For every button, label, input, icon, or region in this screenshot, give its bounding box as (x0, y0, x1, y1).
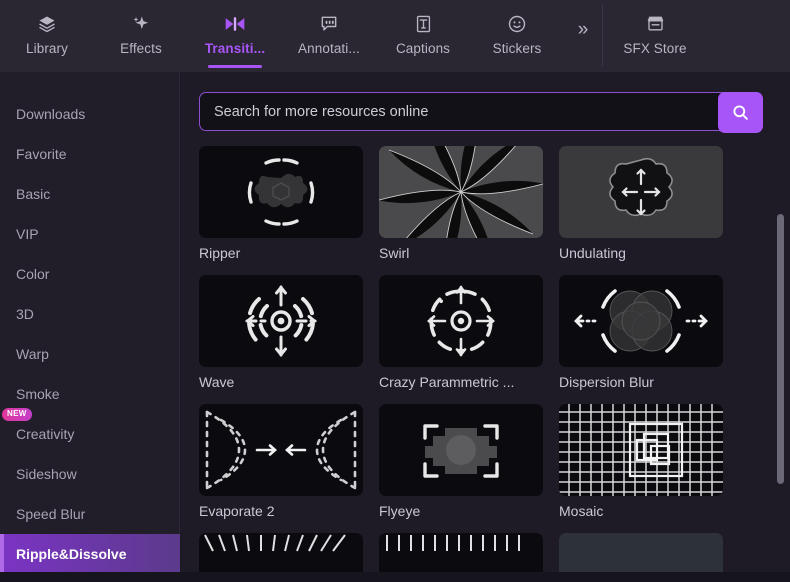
transitions-grid: Ripper Swirl Undulating Wave Crazy Param… (199, 146, 759, 582)
sidebar-label: Warp (16, 346, 49, 362)
nav-label-annotations: Annotati... (298, 41, 360, 56)
nav-item-library[interactable]: Library (0, 0, 94, 72)
nav-label-sfx-store: SFX Store (623, 41, 687, 56)
nav-item-sfx-store[interactable]: SFX Store (605, 0, 705, 72)
top-nav-items: Library Effects Transiti... Annotati... … (0, 0, 602, 72)
sparkles-icon (131, 11, 151, 37)
transition-card-undulating[interactable]: Undulating (559, 146, 723, 261)
transition-card-mosaic[interactable]: Mosaic (559, 404, 723, 519)
layers-icon (37, 11, 57, 37)
sidebar-item-ripple-and-dissolve[interactable]: Ripple&Dissolve (0, 534, 180, 574)
transition-thumbnail (559, 404, 723, 496)
sidebar-item-sideshow[interactable]: Sideshow (0, 454, 180, 494)
transition-card-ripper[interactable]: Ripper (199, 146, 363, 261)
transition-thumbnail (559, 275, 723, 367)
transition-thumbnail (379, 404, 543, 496)
transition-label: Wave (199, 374, 235, 390)
nav-item-annotations[interactable]: Annotati... (282, 0, 376, 72)
sidebar-item-speed-blur[interactable]: Speed Blur (0, 494, 180, 534)
content-scrollbar-track[interactable] (777, 146, 784, 582)
bottom-edge-strip (0, 572, 790, 582)
sidebar-label: Favorite (16, 146, 67, 162)
sidebar-item-3d[interactable]: 3D (0, 294, 180, 334)
nav-label-library: Library (26, 41, 68, 56)
transition-card-crazy-parammetric[interactable]: Crazy Parammetric ... (379, 275, 543, 390)
sidebar-item-warp[interactable]: Warp (0, 334, 180, 374)
transition-thumbnail (199, 404, 363, 496)
active-tab-underline (208, 65, 262, 68)
transitions-icon (224, 11, 246, 37)
transition-card-swirl[interactable]: Swirl (379, 146, 543, 261)
sidebar-item-favorite[interactable]: Favorite (0, 134, 180, 174)
sidebar-item-vip[interactable]: VIP (0, 214, 180, 254)
sidebar-label: Smoke (16, 386, 60, 402)
sidebar-item-color[interactable]: Color (0, 254, 180, 294)
search-icon (731, 103, 750, 122)
content-scrollbar-thumb[interactable] (777, 214, 784, 484)
sidebar-item-creativity[interactable]: NEW Creativity (0, 408, 180, 454)
transition-thumbnail (199, 146, 363, 238)
transition-label: Crazy Parammetric ... (379, 374, 515, 390)
new-badge: NEW (2, 408, 32, 421)
sidebar-label: VIP (16, 226, 39, 242)
more-tabs-button[interactable]: » (564, 0, 602, 72)
transition-thumbnail (199, 275, 363, 367)
transition-card-dispersion-blur[interactable]: Dispersion Blur (559, 275, 723, 390)
sidebar-label: Downloads (16, 106, 86, 122)
nav-label-captions: Captions (395, 41, 451, 56)
nav-item-captions[interactable]: Captions (376, 0, 470, 72)
top-nav-right: SFX Store (605, 0, 705, 72)
search-box[interactable] (199, 92, 763, 133)
category-sidebar: Downloads Favorite Basic VIP Color 3D Wa… (0, 72, 180, 582)
transition-label: Swirl (379, 245, 410, 261)
sidebar-item-basic[interactable]: Basic (0, 174, 180, 214)
nav-item-transitions[interactable]: Transiti... (188, 0, 282, 72)
transition-label: Mosaic (559, 503, 604, 519)
sidebar-label: Creativity (16, 426, 75, 442)
transition-label: Ripper (199, 245, 241, 261)
sidebar-label: Basic (16, 186, 51, 202)
transition-label: Dispersion Blur (559, 374, 654, 390)
sidebar-label: Sideshow (16, 466, 77, 482)
transition-thumbnail (379, 146, 543, 238)
transition-label: Evaporate 2 (199, 503, 275, 519)
app-window: Library Effects Transiti... Annotati... … (0, 0, 790, 582)
smiley-icon (507, 11, 527, 37)
nav-label-stickers: Stickers (492, 41, 542, 56)
sidebar-label: Color (16, 266, 50, 282)
nav-label-effects: Effects (120, 41, 162, 56)
storefront-icon (645, 11, 666, 37)
search-input[interactable] (200, 93, 762, 130)
transition-thumbnail (559, 146, 723, 238)
transition-label: Flyeye (379, 503, 421, 519)
transition-thumbnail (379, 275, 543, 367)
top-navigation-bar: Library Effects Transiti... Annotati... … (0, 0, 790, 72)
search-button[interactable] (718, 92, 763, 133)
nav-label-transitions: Transiti... (204, 41, 266, 56)
transition-card-flyeye[interactable]: Flyeye (379, 404, 543, 519)
sidebar-label: Speed Blur (16, 506, 86, 522)
nav-item-effects[interactable]: Effects (94, 0, 188, 72)
speech-bubble-icon (319, 11, 339, 37)
search-row (199, 92, 763, 133)
content-panel: Ripper (181, 72, 790, 582)
text-box-icon (414, 11, 433, 37)
topnav-divider (602, 4, 603, 66)
transition-card-evaporate-2[interactable]: Evaporate 2 (199, 404, 363, 519)
transition-card-wave[interactable]: Wave (199, 275, 363, 390)
sidebar-label: Ripple&Dissolve (16, 546, 127, 562)
nav-item-stickers[interactable]: Stickers (470, 0, 564, 72)
sidebar-item-downloads[interactable]: Downloads (0, 94, 180, 134)
transition-label: Undulating (559, 245, 626, 261)
sidebar-label: 3D (16, 306, 34, 322)
